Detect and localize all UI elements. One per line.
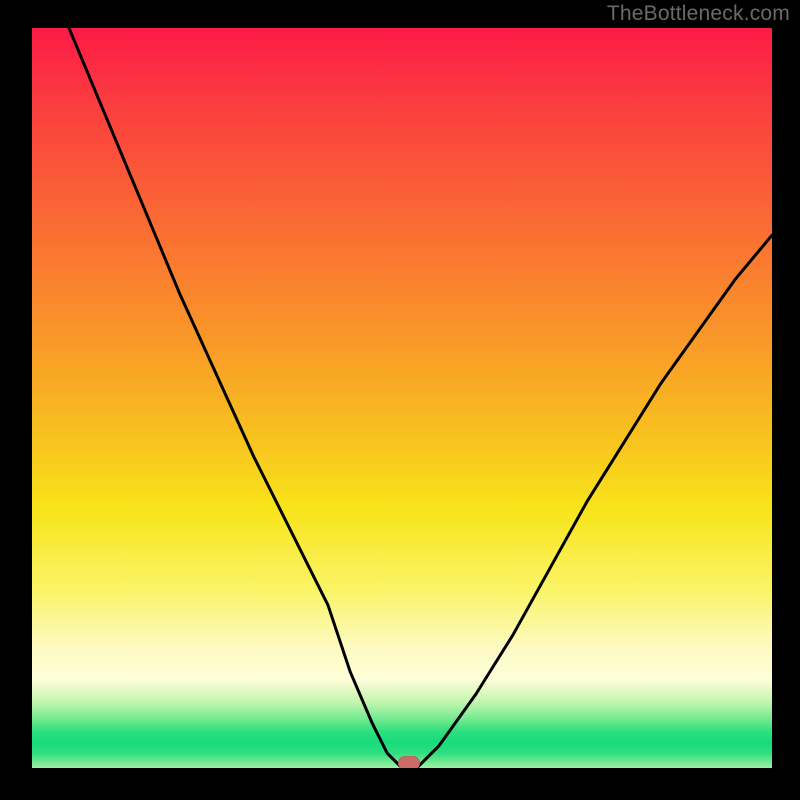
bottleneck-marker: [398, 756, 420, 768]
bottleneck-curve: [32, 28, 772, 768]
plot-area: [32, 28, 772, 768]
watermark-text: TheBottleneck.com: [607, 2, 790, 26]
chart-stage: TheBottleneck.com: [0, 0, 800, 800]
